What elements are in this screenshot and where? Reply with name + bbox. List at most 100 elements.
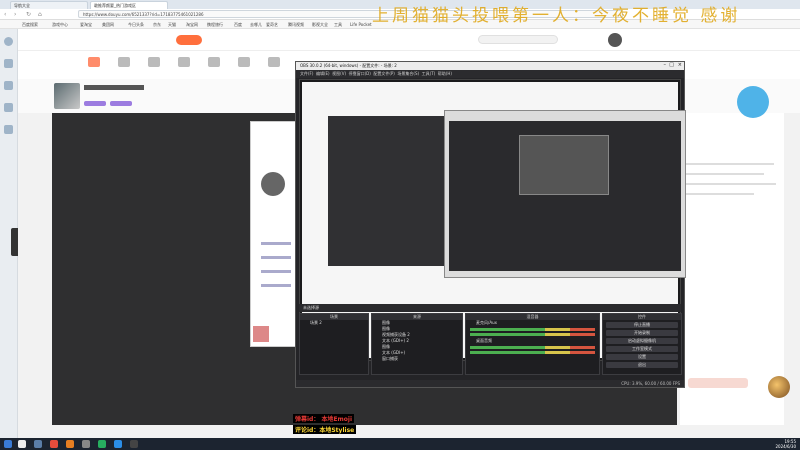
category-icon[interactable] (148, 57, 160, 67)
category-icon[interactable] (208, 57, 220, 67)
category-icon[interactable] (268, 57, 280, 67)
bookmark[interactable]: Life Pocket (350, 22, 372, 27)
forward-icon[interactable]: › (14, 11, 16, 18)
minimize-icon[interactable]: – (664, 62, 667, 68)
bookmark[interactable]: 腾讯视频 (288, 22, 304, 28)
system-clock[interactable]: 19:55 2024/6/30 (775, 439, 796, 449)
site-search-input[interactable] (478, 35, 558, 44)
obs-statusbar: CPU: 3.9%, 60.00 / 60.00 FPS (296, 380, 684, 387)
obs-menubar: 文件(F) 编辑(E) 视图(V) 停靠窗口(D) 配置文件(P) 场景集合(S… (296, 70, 684, 78)
bookmark[interactable]: 天猫 (168, 22, 176, 28)
taskbar-app-icon[interactable] (114, 440, 122, 448)
audio-meter (470, 346, 595, 349)
bookmark[interactable]: 工具 (334, 22, 342, 28)
bookmark[interactable]: 爱淘宝 (80, 22, 92, 28)
category-icon[interactable] (178, 57, 190, 67)
menu-item[interactable]: 场景集合(S) (397, 71, 419, 76)
chat-message (684, 183, 776, 185)
settings-button[interactable]: 设置 (606, 354, 678, 360)
browser-tab-active[interactable]: 敢推荐颜要_热门游戏区 (90, 1, 168, 9)
source-toolbar: 未选择源 (299, 304, 681, 312)
menu-item[interactable]: 视图(V) (332, 71, 346, 76)
close-icon[interactable]: × (678, 62, 682, 68)
sidebar-icon[interactable] (4, 81, 13, 90)
taskbar-app-icon[interactable] (98, 440, 106, 448)
site-logo[interactable] (176, 35, 202, 45)
site-header (18, 29, 800, 51)
category-icon[interactable] (88, 57, 100, 67)
tag-badge[interactable] (84, 101, 106, 106)
obs-taskbar-icon[interactable] (130, 440, 138, 448)
sidebar-icon[interactable] (4, 37, 13, 46)
exit-button[interactable]: 退出 (606, 362, 678, 368)
bookmark[interactable]: 百度搜索 (22, 22, 38, 28)
profile-line (261, 242, 291, 245)
bookmark[interactable]: 美团网 (102, 22, 114, 28)
audio-mixer-dock: 混音器 麦克风/Aux 桌面音频 (465, 313, 600, 375)
floating-logo[interactable] (737, 86, 769, 118)
bookmark[interactable]: 今日头条 (128, 22, 144, 28)
taskbar-app-icon[interactable] (66, 440, 74, 448)
bookmark[interactable]: 百度 (234, 22, 242, 28)
menu-item[interactable]: 文件(F) (300, 71, 313, 76)
start-icon[interactable] (4, 440, 12, 448)
stop-streaming-button[interactable]: 停止直播 (606, 322, 678, 328)
taskbar-app-icon[interactable] (82, 440, 90, 448)
sources-dock: 来源 图像 图像 视频捕获设备 2 文本 (GDI+) 2 图像 文本 (GDI… (371, 313, 463, 375)
chat-message (684, 173, 764, 175)
bookmark[interactable]: 影视大全 (312, 22, 328, 28)
menu-item[interactable]: 编辑(E) (316, 71, 330, 76)
virtual-camera-button[interactable]: 启动虚拟摄像机 (606, 338, 678, 344)
nested-obs-preview (449, 121, 681, 271)
sidebar-icon[interactable] (4, 103, 13, 112)
bookmark[interactable]: 游戏中心 (52, 22, 68, 28)
profile-card (250, 121, 298, 347)
floating-avatar[interactable] (768, 376, 790, 398)
audio-meter (470, 351, 595, 354)
browser-tab-bar: 导航大全 敢推荐颜要_热门游戏区 (0, 0, 800, 9)
category-icon[interactable] (118, 57, 130, 67)
start-recording-button[interactable]: 开始录制 (606, 330, 678, 336)
mixer-channel-label: 麦克风/Aux (476, 320, 497, 325)
home-icon[interactable]: ⌂ (38, 11, 42, 18)
overlay-label: 评论id：本地Stylise (293, 425, 357, 434)
address-bar[interactable]: https://www.douyu.com/6521337?rid=171837… (78, 10, 623, 18)
browser-tab[interactable]: 导航大全 (10, 1, 88, 9)
refresh-icon[interactable]: ↻ (26, 11, 31, 18)
menu-item[interactable]: 配置文件(P) (373, 71, 395, 76)
bookmark[interactable]: 去哪儿 (250, 22, 262, 28)
mixer-channel-label: 桌面音频 (476, 338, 492, 343)
search-icon[interactable] (18, 440, 26, 448)
chat-panel (680, 113, 784, 425)
windows-taskbar: 19:55 2024/6/30 (0, 438, 800, 450)
room-title (84, 85, 144, 90)
maximize-icon[interactable]: □ (669, 62, 674, 68)
gift-banner[interactable] (688, 378, 748, 388)
bookmarks-bar: 百度搜索 游戏中心 爱淘宝 美团网 今日头条 京东 天猫 淘宝网 携程旅行 百度… (0, 20, 800, 29)
streamer-avatar[interactable] (54, 83, 80, 109)
collapse-handle[interactable] (11, 228, 18, 256)
bookmark[interactable]: 京东 (153, 22, 161, 28)
bookmark[interactable]: 爱奇艺 (266, 22, 278, 28)
taskbar-app-icon[interactable] (34, 440, 42, 448)
profile-avatar (261, 172, 285, 196)
menu-item[interactable]: 帮助(H) (438, 71, 452, 76)
category-icon[interactable] (238, 57, 250, 67)
bookmark[interactable]: 淘宝网 (186, 22, 198, 28)
bookmark[interactable]: 携程旅行 (207, 22, 223, 28)
user-avatar[interactable] (608, 33, 622, 47)
tag-badge[interactable] (110, 101, 132, 106)
studio-mode-button[interactable]: 工作室模式 (606, 346, 678, 352)
back-icon[interactable]: ‹ (4, 11, 6, 18)
menu-item[interactable]: 停靠窗口(D) (349, 71, 371, 76)
sidebar-icon[interactable] (4, 59, 13, 68)
sidebar-icon[interactable] (4, 125, 13, 134)
audio-meter (470, 333, 595, 336)
menu-item[interactable]: 工具(T) (422, 71, 436, 76)
nested-obs-window (444, 110, 686, 278)
source-item[interactable]: 窗口捕获 (372, 356, 462, 362)
profile-line (261, 270, 291, 273)
profile-thumbnail (253, 326, 269, 342)
scene-item[interactable]: 场景 2 (300, 320, 368, 326)
taskbar-app-icon[interactable] (50, 440, 58, 448)
